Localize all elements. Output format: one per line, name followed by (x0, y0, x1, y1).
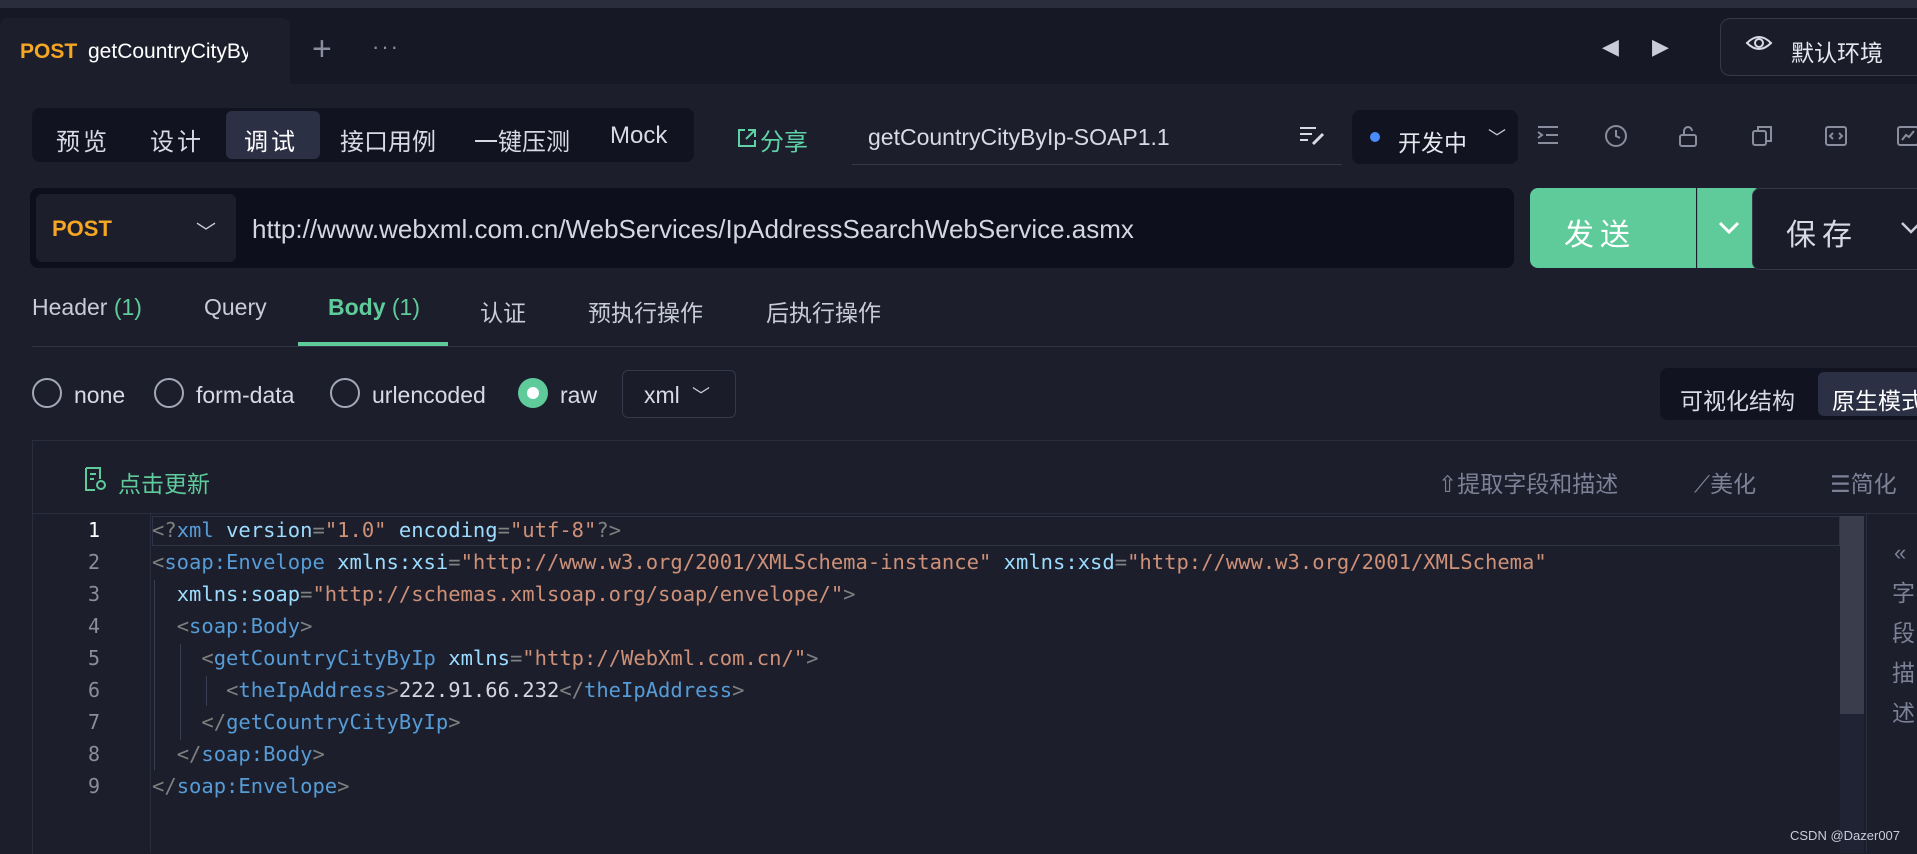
code-line: </soap:Body> (176, 742, 325, 766)
radio-raw-label: raw (560, 382, 598, 408)
list-icon: ☰ (1830, 471, 1851, 497)
tab-header[interactable]: Header (1) (32, 294, 142, 321)
code-line: <soap:Envelope xmlns:xsi="http://www.w3.… (152, 550, 1547, 574)
simplify-button[interactable]: ☰简化 (1830, 465, 1897, 499)
active-tab-underline (298, 342, 448, 346)
code-line: xmlns:soap="http://schemas.xmlsoap.org/s… (176, 582, 856, 606)
lock-icon[interactable] (1676, 124, 1700, 148)
share-button[interactable]: 分享 (760, 122, 808, 157)
code-line: <theIpAddress>222.91.66.232</theIpAddres… (226, 678, 745, 702)
environment-label: 默认环境 (1791, 40, 1883, 66)
scrollbar-thumb[interactable] (1840, 516, 1864, 714)
line-number: 1 (87, 518, 100, 542)
send-label: 发送 (1564, 219, 1636, 252)
line-number: 5 (87, 646, 100, 670)
tab-scroll-left-icon[interactable]: ◀ (1602, 34, 1619, 60)
line-number: 8 (87, 742, 100, 766)
line-number: 2 (87, 550, 100, 574)
radio-raw[interactable] (518, 378, 548, 408)
editor-toolbar (33, 441, 1917, 514)
watermark: CSDN @Dazer007 (1790, 828, 1901, 843)
chevron-down-icon[interactable] (1898, 212, 1917, 242)
upload-icon: ⇧ (1438, 471, 1458, 497)
line-number: 4 (87, 614, 100, 638)
tab-body-count: (1) (391, 294, 421, 320)
radio-urlencoded[interactable] (330, 378, 360, 408)
side-panel-char: 述 (1892, 700, 1915, 726)
radio-none[interactable] (32, 378, 62, 408)
subtab-divider (32, 346, 1917, 347)
code-line: </getCountryCityByIp> (201, 710, 461, 734)
raw-format-label: xml (644, 382, 680, 408)
tab-pre-script[interactable]: 预执行操作 (588, 294, 703, 328)
chart-icon[interactable] (1896, 124, 1917, 148)
tab-more-icon[interactable]: ··· (372, 34, 400, 60)
refresh-button[interactable]: 点击更新 (118, 465, 210, 499)
code-line: <?xml version="1.0" encoding="utf-8"?> (152, 518, 622, 542)
outline-icon[interactable] (1536, 124, 1560, 146)
status-dot (1370, 132, 1380, 142)
status-label: 开发中 (1398, 130, 1467, 156)
radio-none-label: none (74, 382, 126, 408)
beautify-button[interactable]: ⟋美化 (1694, 465, 1756, 499)
magic-wand-icon: ⟋ (1694, 471, 1711, 497)
share-icon (738, 129, 756, 147)
extract-fields-label: 提取字段和描述 (1457, 471, 1619, 497)
radio-urlencoded-label: urlencoded (372, 382, 486, 408)
chevron-down-icon: ﹀ (692, 386, 710, 406)
tab-header-count: (1) (113, 294, 142, 320)
chevron-down-icon: ﹀ (196, 222, 216, 244)
tab-scroll-right-icon[interactable]: ▶ (1652, 34, 1669, 60)
side-panel-divider (1866, 514, 1867, 853)
code-line: <soap:Body> (176, 614, 313, 638)
code-icon[interactable] (1824, 124, 1848, 148)
history-icon[interactable] (1604, 124, 1628, 148)
window-top-border (0, 0, 1917, 8)
save-label: 保存 (1786, 219, 1858, 252)
line-number: 9 (87, 774, 100, 798)
tab-header-label: Header (32, 294, 108, 320)
tab-method: POST (20, 40, 78, 63)
mode-mock[interactable]: Mock (610, 122, 667, 150)
mode-load-test[interactable]: 一键压测 (474, 122, 570, 157)
url-input[interactable]: http://www.webxml.com.cn/WebServices/IpA… (252, 214, 1134, 245)
method-label: POST (52, 216, 112, 241)
beautify-label: 美化 (1710, 471, 1757, 497)
eye-icon (1745, 36, 1773, 50)
copy-icon[interactable] (1750, 124, 1774, 148)
new-tab-plus-icon[interactable]: + (312, 30, 332, 69)
api-name: getCountryCityByIp-SOAP1.1 (868, 124, 1170, 150)
line-number: 6 (87, 678, 100, 702)
tab-body[interactable]: Body (1) (328, 294, 420, 321)
mode-design[interactable]: 设计 (150, 122, 204, 157)
view-raw-button[interactable]: 原生模式 (1832, 382, 1917, 416)
code-line: </soap:Envelope> (152, 774, 350, 798)
chevron-down-icon (1718, 221, 1740, 235)
expand-panel-icon[interactable]: « (1894, 540, 1906, 566)
tab-post-script[interactable]: 后执行操作 (766, 294, 881, 328)
radio-form-data[interactable] (154, 378, 184, 408)
line-number: 3 (87, 582, 100, 606)
mode-debug[interactable]: 调试 (244, 122, 298, 157)
code-line: <getCountryCityByIp xmlns="http://WebXml… (201, 646, 819, 670)
view-visual-button[interactable]: 可视化结构 (1680, 382, 1795, 416)
document-refresh-icon (85, 467, 106, 491)
chevron-down-icon: ﹀ (1488, 128, 1506, 148)
tab-auth[interactable]: 认证 (480, 294, 526, 328)
radio-form-data-label: form-data (196, 382, 295, 408)
line-number: 7 (87, 710, 100, 734)
tab-body-label: Body (328, 294, 386, 320)
gutter-divider (150, 514, 151, 853)
side-panel-char: 段 (1892, 620, 1915, 646)
edit-description-icon[interactable] (1298, 124, 1326, 146)
tab-query[interactable]: Query (204, 294, 267, 321)
extract-fields-button[interactable]: ⇧提取字段和描述 (1438, 465, 1618, 499)
side-panel-char: 描 (1892, 660, 1915, 686)
simplify-label: 简化 (1850, 471, 1897, 497)
side-panel-char: 字 (1892, 580, 1915, 606)
mode-test-cases[interactable]: 接口用例 (340, 122, 436, 157)
tab-title: getCountryCityByIp-SOAP1.1 (88, 40, 248, 63)
mode-preview[interactable]: 预览 (56, 122, 110, 157)
